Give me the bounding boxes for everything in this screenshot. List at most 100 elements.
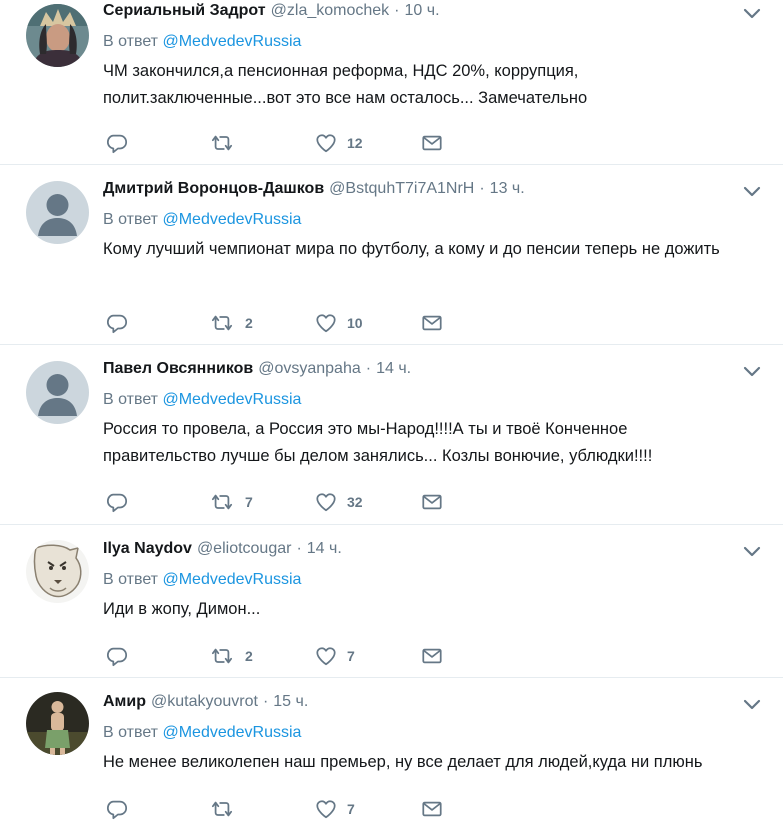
timestamp[interactable]: 14 ч. [376,358,411,380]
heart-icon [315,798,337,820]
reply-context: В ответ @MedvedevRussia [103,569,783,591]
tweet-content: Ilya Naydov @eliotcougar · 14 ч. В ответ @Me… [103,538,783,623]
reply-prefix: В ответ [103,211,159,228]
mention-link[interactable]: @MedvedevRussia [162,33,301,50]
avatar[interactable] [26,361,89,424]
tweet-actions: 7 32 [103,490,463,514]
avatar[interactable] [26,181,89,244]
tweet[interactable]: Амир @kutakyouvrot · 15 ч. В ответ @Medvedev… [0,678,783,821]
tweet-header: Дмитрий Воронцов-Дашков @BstquhT7i7A1NrH ·… [103,178,783,200]
like-button[interactable]: 7 [315,644,355,668]
separator-dot: · [365,360,372,377]
tweet[interactable]: Павел Овсянников @ovsyanpaha · 14 ч. В ответ… [0,345,783,525]
retweet-button[interactable] [209,131,245,155]
retweet-icon [209,312,235,334]
reply-context: В ответ @MedvedevRussia [103,31,783,53]
reply-icon [106,645,128,667]
tweet[interactable]: Дмитрий Воронцов-Дашков @BstquhT7i7A1NrH ·… [0,165,783,345]
tweet-text: Кому лучший чемпионат мира по футболу, а… [103,240,720,258]
tweet-header: Ilya Naydov @eliotcougar · 14 ч. [103,538,783,560]
reply-context: В ответ @MedvedevRussia [103,722,783,744]
reply-icon [106,491,128,513]
tweet-content: Амир @kutakyouvrot · 15 ч. В ответ @Medvedev… [103,691,783,776]
user-handle[interactable]: @zla_komochek [271,0,390,22]
retweet-count: 2 [245,648,253,664]
tweet-feed: Сериальный Задрот @zla_komochek · 10 ч. В от… [0,0,783,821]
reply-button[interactable] [106,490,138,514]
heart-icon [315,312,337,334]
heart-icon [315,491,337,513]
tweet-actions: 2 10 [103,311,463,335]
timestamp[interactable]: 13 ч. [490,178,525,200]
like-button[interactable]: 12 [315,131,363,155]
display-name[interactable]: Амир [103,691,146,713]
avatar[interactable] [26,692,89,755]
display-name[interactable]: Дмитрий Воронцов-Дашков [103,178,324,200]
like-count: 12 [347,135,363,151]
tweet-text: Не менее великолепен наш премьер, ну все… [103,753,703,771]
like-count: 32 [347,494,363,510]
like-count: 10 [347,315,363,331]
retweet-icon [209,798,235,820]
tweet-header: Амир @kutakyouvrot · 15 ч. [103,691,783,713]
reply-button[interactable] [106,644,138,668]
like-button[interactable]: 10 [315,311,363,335]
separator-dot: · [394,2,400,19]
user-handle[interactable]: @BstquhT7i7A1NrH [329,178,474,200]
direct-message-button[interactable] [421,131,443,155]
mention-link[interactable]: @MedvedevRussia [162,724,301,741]
tweet-text: Иди в жопу, Димон... [103,600,261,618]
heart-icon [315,132,337,154]
separator-dot: · [262,693,269,710]
like-count: 7 [347,801,355,817]
tweet[interactable]: Ilya Naydov @eliotcougar · 14 ч. В ответ @Me… [0,525,783,678]
tweet-header: Сериальный Задрот @zla_komochek · 10 ч. [103,0,783,22]
separator-dot: · [296,540,302,557]
retweet-button[interactable]: 2 [209,644,253,668]
tweet-content: Павел Овсянников @ovsyanpaha · 14 ч. В ответ… [103,358,783,470]
mention-link[interactable]: @MedvedevRussia [162,391,301,408]
reply-button[interactable] [106,797,138,821]
direct-message-button[interactable] [421,797,443,821]
like-button[interactable]: 32 [315,490,363,514]
avatar[interactable] [26,540,89,603]
reply-prefix: В ответ [103,391,159,408]
direct-message-button[interactable] [421,490,443,514]
reply-prefix: В ответ [103,571,159,588]
envelope-icon [421,645,443,667]
like-button[interactable]: 7 [315,797,355,821]
avatar[interactable] [26,4,89,67]
heart-icon [315,645,337,667]
retweet-button[interactable]: 2 [209,311,253,335]
like-count: 7 [347,648,355,664]
tweet-content: Дмитрий Воронцов-Дашков @BstquhT7i7A1NrH ·… [103,178,783,263]
timestamp[interactable]: 15 ч. [273,691,308,713]
reply-button[interactable] [106,131,138,155]
direct-message-button[interactable] [421,644,443,668]
retweet-count: 2 [245,315,253,331]
mention-link[interactable]: @MedvedevRussia [162,211,301,228]
tweet-actions: 27 [103,644,463,668]
user-handle[interactable]: @kutakyouvrot [151,691,258,713]
retweet-icon [209,645,235,667]
timestamp[interactable]: 14 ч. [307,538,342,560]
user-handle[interactable]: @eliotcougar [197,538,292,560]
envelope-icon [421,132,443,154]
display-name[interactable]: Павел Овсянников [103,358,253,380]
reply-button[interactable] [106,311,138,335]
retweet-button[interactable] [209,797,245,821]
envelope-icon [421,491,443,513]
direct-message-button[interactable] [421,311,443,335]
display-name[interactable]: Ilya Naydov [103,538,192,560]
timestamp[interactable]: 10 ч. [404,0,439,22]
retweet-button[interactable]: 7 [209,490,253,514]
reply-icon [106,798,128,820]
mention-link[interactable]: @MedvedevRussia [162,571,301,588]
display-name[interactable]: Сериальный Задрот [103,0,266,22]
reply-icon [106,132,128,154]
retweet-icon [209,132,235,154]
envelope-icon [421,312,443,334]
reply-context: В ответ @MedvedevRussia [103,209,783,231]
user-handle[interactable]: @ovsyanpaha [258,358,361,380]
tweet[interactable]: Сериальный Задрот @zla_komochek · 10 ч. В от… [0,0,783,165]
